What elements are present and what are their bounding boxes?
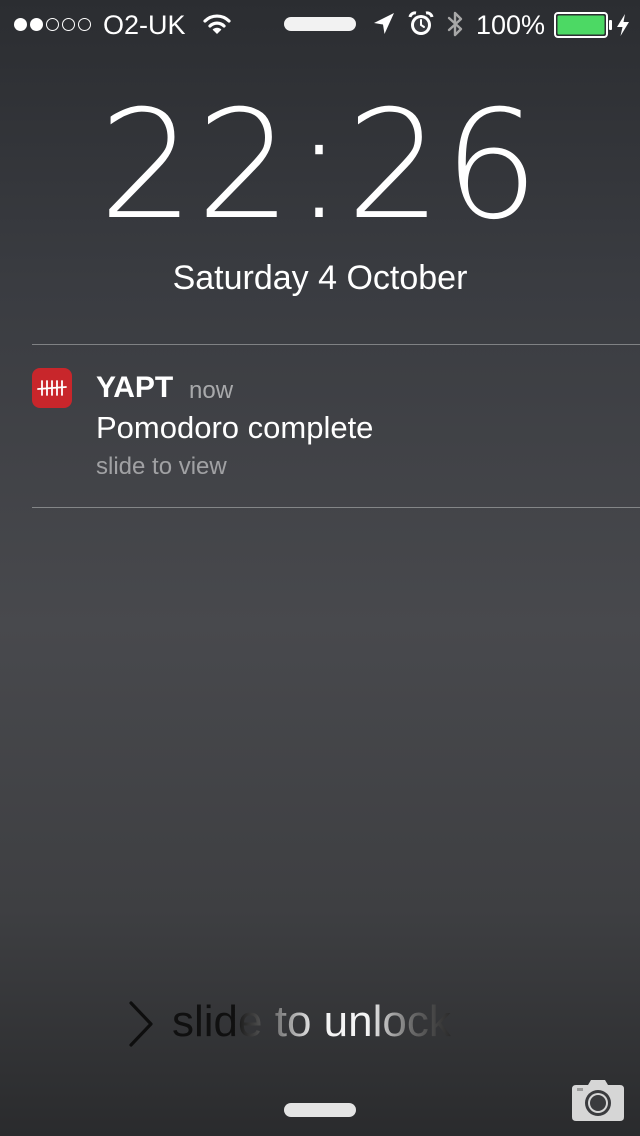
control-center-grabber[interactable]	[284, 1103, 356, 1117]
notification-divider-top	[32, 344, 640, 345]
notification-app-name: YAPT	[96, 371, 174, 404]
chevron-right-icon	[129, 1001, 153, 1047]
status-bar: O2-UK 100%	[0, 0, 640, 48]
notification-center-grabber[interactable]	[284, 17, 356, 31]
notification-divider-bottom	[32, 507, 640, 508]
battery-icon	[554, 12, 612, 38]
bluetooth-icon	[447, 11, 463, 37]
alarm-clock-icon	[408, 11, 434, 35]
tally-marks-icon	[32, 368, 72, 408]
lock-screen-date: Saturday 4 October	[172, 259, 468, 297]
wifi-icon	[203, 14, 231, 34]
notification-time: now	[189, 377, 234, 404]
signal-strength-icon	[14, 15, 94, 33]
notification-message: Pomodoro complete	[96, 410, 374, 445]
lock-screen-time: 22:26	[98, 79, 542, 253]
location-arrow-icon	[374, 13, 394, 34]
carrier-name: O2-UK	[103, 10, 186, 40]
slide-to-unlock-label: slide to unlock	[172, 997, 451, 1046]
battery-percentage: 100%	[476, 10, 546, 40]
slide-to-unlock[interactable]: slide to unlock	[126, 995, 486, 1051]
notification-slide-hint: slide to view	[96, 453, 227, 480]
camera-icon[interactable]	[570, 1077, 626, 1123]
charging-bolt-icon	[617, 14, 629, 36]
